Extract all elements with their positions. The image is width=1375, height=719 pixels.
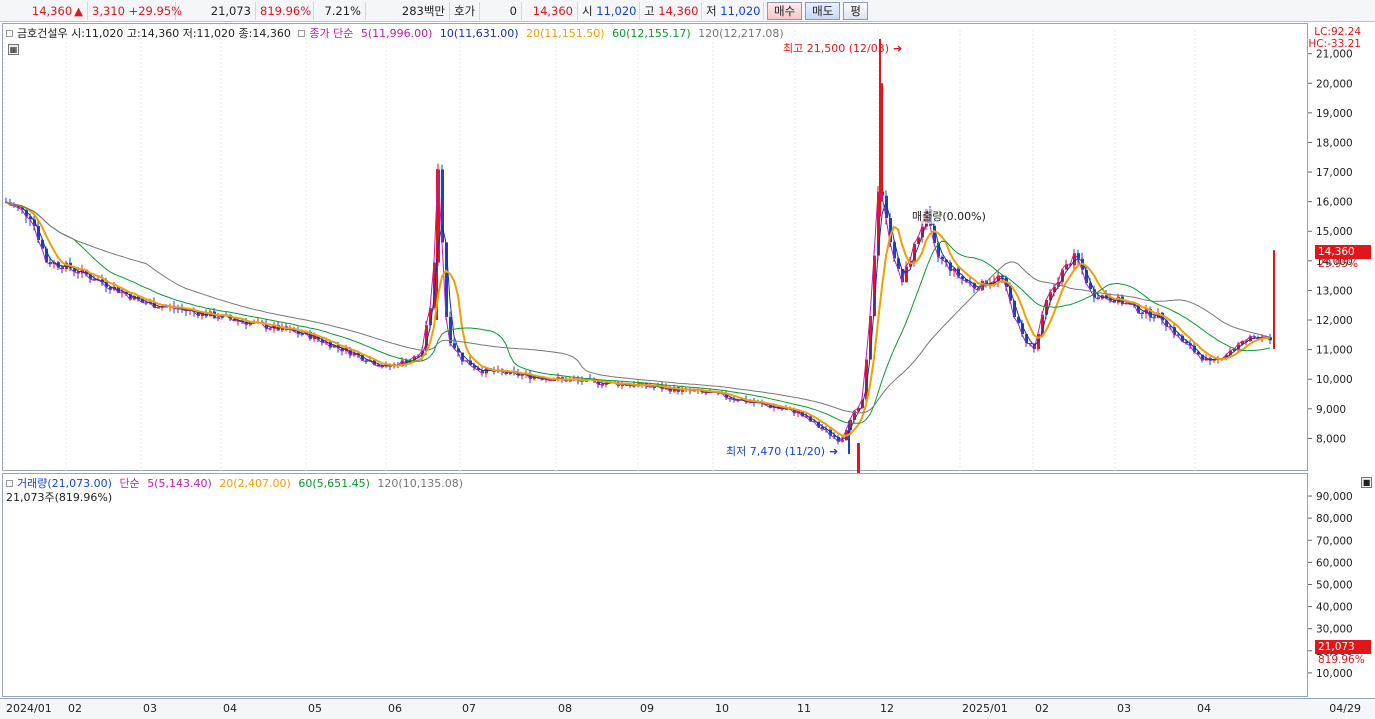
x-axis-label: 03 — [1117, 702, 1131, 715]
vol-ma20-legend: 20(2,407.00) — [219, 477, 291, 490]
price-axis-label: 16,000 — [1316, 197, 1353, 209]
price-badge: 14,360 — [1315, 245, 1371, 259]
price-axis-label: 19,000 — [1316, 108, 1353, 120]
stock-chart-window: 14,360 ▲ 3,310 +29.95% 21,073 819.96% 7.2… — [0, 0, 1375, 719]
arrow-right-icon: ➜ — [829, 445, 839, 458]
x-axis-label: 04 — [1197, 702, 1211, 715]
stock-legend: 금호건설우 시:11,020 고:14,360 저:11,020 종:14,36… — [17, 27, 291, 40]
volume-chart-panel[interactable] — [2, 473, 1308, 697]
volume-axis-label: 40,000 — [1316, 602, 1353, 614]
ma120-legend: 120(12,217.08) — [698, 27, 784, 40]
x-axis-label: 2024/01 — [6, 702, 52, 715]
volume-axis-label: 50,000 — [1316, 579, 1353, 591]
volume-axis-label: 90,000 — [1316, 491, 1353, 503]
vol-ma120-legend: 120(10,135.08) — [377, 477, 463, 490]
hc-value: HC:-33.21 — [1308, 38, 1361, 50]
vol-ma5-legend: 5(5,143.40) — [147, 477, 212, 490]
x-axis-label: 05 — [308, 702, 322, 715]
x-axis-label: 04 — [223, 702, 237, 715]
panel-menu-icon[interactable]: ■ — [1361, 477, 1372, 488]
x-axis-label: 06 — [388, 702, 402, 715]
price-axis-label: 11,000 — [1316, 345, 1353, 357]
volume-axis-label: 30,000 — [1316, 624, 1353, 636]
grid-toggle-icon[interactable]: ▦ — [8, 44, 19, 55]
x-axis-label: 12 — [880, 702, 894, 715]
vol-ma60-legend: 60(5,651.45) — [298, 477, 370, 490]
price-axis-label: 10,000 — [1316, 374, 1353, 386]
arrow-right-icon: ➜ — [893, 42, 903, 55]
price-axis-label: 17,000 — [1316, 167, 1353, 179]
zero-annotation: 매출량(0.00%) — [912, 208, 986, 224]
volume-axis-label: 80,000 — [1316, 513, 1353, 525]
vol-legend-box-icon — [6, 480, 13, 487]
price-axis-label: 21,000 — [1316, 49, 1353, 61]
x-axis-end-label: 04/29 — [1329, 702, 1361, 715]
ma-legend-box-icon — [298, 30, 306, 37]
volume-axis-label: 10,000 — [1316, 668, 1353, 680]
x-axis-label: 07 — [462, 702, 476, 715]
price-axis-label: 20,000 — [1316, 78, 1353, 90]
volume-axis-label: 70,000 — [1316, 535, 1353, 547]
volume-badge: 21,073 — [1315, 640, 1371, 654]
x-axis-label: 09 — [640, 702, 654, 715]
ma10-legend: 10(11,631.00) — [439, 27, 519, 40]
x-axis-label: 02 — [1035, 702, 1049, 715]
x-axis-label: 08 — [558, 702, 572, 715]
price-axis-label: 15,000 — [1316, 226, 1353, 238]
price-axis-label: 12,000 — [1316, 315, 1353, 327]
vol-ma-prefix: 단순 — [119, 477, 140, 490]
ma60-legend: 60(12,155.17) — [612, 27, 691, 40]
ma5-legend: 5(11,996.00) — [360, 27, 433, 40]
stock-legend-box-icon — [6, 30, 13, 37]
x-axis-label: 03 — [143, 702, 157, 715]
price-pct-badge: 29.95% — [1318, 258, 1359, 270]
volume-axis-label: 60,000 — [1316, 557, 1353, 569]
x-axis[interactable]: 04/29 2024/01 02 03 04 05 06 07 08 09 10 11 12 2025/… — [0, 698, 1375, 719]
low-annotation: 최저 7,470 (11/20) ➜ — [726, 445, 839, 458]
high-annotation: 최고 21,500 (12/03) ➜ — [783, 42, 903, 55]
ma20-legend: 20(11,151.50) — [526, 27, 605, 40]
price-axis-label: 13,000 — [1316, 285, 1353, 297]
ma-legend-prefix: 종가 단순 — [309, 27, 354, 40]
x-axis-label: 2025/01 — [962, 702, 1008, 715]
price-axis-label: 8,000 — [1316, 433, 1346, 445]
price-axis-label: 9,000 — [1316, 404, 1346, 416]
price-legend: 금호건설우 시:11,020 고:14,360 저:11,020 종:14,36… — [6, 25, 788, 41]
volume-subline: 21,073주(819.96%) — [6, 491, 113, 504]
x-axis-label: 10 — [715, 702, 729, 715]
x-axis-label: 11 — [797, 702, 811, 715]
lc-value: LC:92.24 — [1314, 26, 1361, 38]
volume-pct-badge: 819.96% — [1318, 654, 1365, 666]
price-axis-label: 18,000 — [1316, 137, 1353, 149]
x-axis-label: 02 — [68, 702, 82, 715]
